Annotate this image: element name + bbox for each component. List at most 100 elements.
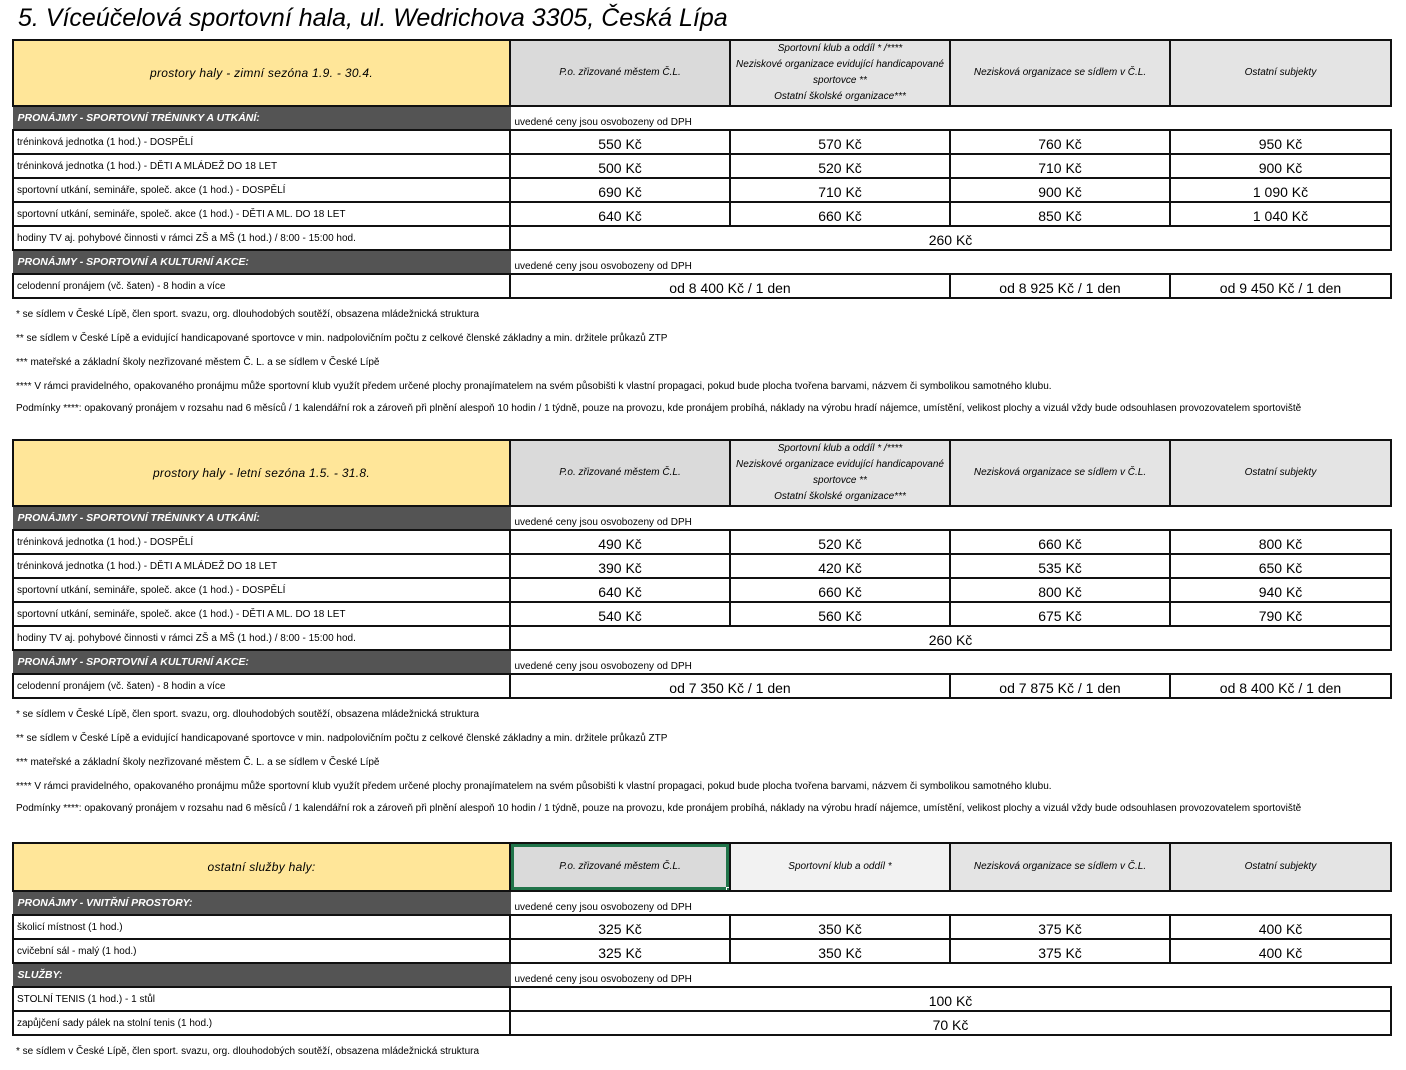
- price-cell[interactable]: 1 090 Kč: [1169, 177, 1392, 203]
- footnote[interactable]: *** mateřské a základní školy nezřizovan…: [12, 351, 1390, 375]
- row-label[interactable]: tréninková jednotka (1 hod.) - DOSPĚLÍ: [12, 129, 511, 155]
- col-header-nonprofit[interactable]: Nezisková organizace se sídlem v Č.L.: [949, 39, 1171, 107]
- price-cell[interactable]: 660 Kč: [729, 201, 951, 227]
- price-cell[interactable]: 550 Kč: [509, 129, 731, 155]
- col-header-po-selected[interactable]: P.o. zřizované městem Č.L.: [509, 842, 731, 892]
- price-cell[interactable]: 400 Kč: [1169, 938, 1392, 964]
- price-cell[interactable]: 1 040 Kč: [1169, 201, 1392, 227]
- price-cell[interactable]: 520 Kč: [729, 529, 951, 555]
- col-header-po[interactable]: P.o. zřizované městem Č.L.: [509, 39, 731, 107]
- footnote[interactable]: * se sídlem v České Lípě, člen sport. sv…: [12, 303, 1390, 327]
- price-cell[interactable]: 800 Kč: [949, 577, 1171, 603]
- price-cell[interactable]: 650 Kč: [1169, 553, 1392, 579]
- col-header-sport-club[interactable]: Sportovní klub a oddíl * /**** Neziskové…: [729, 39, 951, 107]
- price-cell-merged[interactable]: 100 Kč: [509, 986, 1392, 1012]
- col-header-po[interactable]: P.o. zřizované městem Č.L.: [509, 439, 731, 507]
- price-cell[interactable]: 940 Kč: [1169, 577, 1392, 603]
- price-cell[interactable]: 760 Kč: [949, 129, 1171, 155]
- price-cell-merged[interactable]: 70 Kč: [509, 1010, 1392, 1036]
- price-cell[interactable]: 420 Kč: [729, 553, 951, 579]
- footnote[interactable]: **** V rámci pravidelného, opakovaného p…: [12, 775, 1390, 799]
- row-label[interactable]: celodenní pronájem (vč. šaten) - 8 hodin…: [12, 273, 511, 299]
- section-label[interactable]: PRONÁJMY - SPORTOVNÍ A KULTURNÍ AKCE:: [12, 249, 511, 275]
- price-cell[interactable]: 660 Kč: [949, 529, 1171, 555]
- price-cell[interactable]: 710 Kč: [729, 177, 951, 203]
- price-cell[interactable]: 675 Kč: [949, 601, 1171, 627]
- section-label[interactable]: PRONÁJMY - SPORTOVNÍ A KULTURNÍ AKCE:: [12, 649, 511, 675]
- price-cell[interactable]: 535 Kč: [949, 553, 1171, 579]
- price-cell[interactable]: od 7 875 Kč / 1 den: [949, 673, 1171, 699]
- price-cell[interactable]: 490 Kč: [509, 529, 731, 555]
- price-cell-merged[interactable]: 260 Kč: [509, 225, 1392, 251]
- section-label[interactable]: PRONÁJMY - VNITŘNÍ PROSTORY:: [12, 890, 511, 916]
- section-label[interactable]: PRONÁJMY - SPORTOVNÍ TRÉNINKY A UTKÁNÍ:: [12, 105, 511, 131]
- vat-note[interactable]: uvedené ceny jsou osvobozeny od DPH: [510, 250, 1391, 274]
- row-label[interactable]: cvičební sál - malý (1 hod.): [12, 938, 511, 964]
- footnote[interactable]: Podmínky ****: opakovaný pronájem v rozs…: [12, 799, 1390, 819]
- row-label[interactable]: zapůjčení sady pálek na stolní tenis (1 …: [12, 1010, 511, 1036]
- footnote[interactable]: Podmínky ****: opakovaný pronájem v rozs…: [12, 399, 1390, 419]
- section-label[interactable]: SLUŽBY:: [12, 962, 511, 988]
- price-cell[interactable]: 850 Kč: [949, 201, 1171, 227]
- col-header-sport-club[interactable]: Sportovní klub a oddíl * /**** Neziskové…: [729, 439, 951, 507]
- price-cell[interactable]: 800 Kč: [1169, 529, 1392, 555]
- price-cell[interactable]: 560 Kč: [729, 601, 951, 627]
- row-label[interactable]: hodiny TV aj. pohybové činnosti v rámci …: [12, 225, 511, 251]
- price-cell[interactable]: 660 Kč: [729, 577, 951, 603]
- row-label[interactable]: hodiny TV aj. pohybové činnosti v rámci …: [12, 625, 511, 651]
- vat-note[interactable]: uvedené ceny jsou osvobozeny od DPH: [510, 506, 1391, 530]
- price-cell-merged[interactable]: od 8 400 Kč / 1 den: [509, 273, 951, 299]
- price-cell[interactable]: 400 Kč: [1169, 914, 1392, 940]
- price-cell[interactable]: 570 Kč: [729, 129, 951, 155]
- price-cell[interactable]: 325 Kč: [509, 914, 731, 940]
- footnote[interactable]: ** se sídlem v České Lípě a evidující ha…: [12, 327, 1390, 351]
- footnote[interactable]: * se sídlem v České Lípě, člen sport. sv…: [12, 1040, 1390, 1064]
- price-cell[interactable]: 640 Kč: [509, 577, 731, 603]
- row-label[interactable]: tréninková jednotka (1 hod.) - DOSPĚLÍ: [12, 529, 511, 555]
- footnote[interactable]: *** mateřské a základní školy nezřizovan…: [12, 751, 1390, 775]
- footnote[interactable]: ** se sídlem v České Lípě a evidující ha…: [12, 727, 1390, 751]
- col-header-other[interactable]: Ostatní subjekty: [1169, 842, 1392, 892]
- price-cell[interactable]: 900 Kč: [949, 177, 1171, 203]
- price-cell[interactable]: 710 Kč: [949, 153, 1171, 179]
- footnote[interactable]: * se sídlem v České Lípě, člen sport. sv…: [12, 703, 1390, 727]
- section-label[interactable]: PRONÁJMY - SPORTOVNÍ TRÉNINKY A UTKÁNÍ:: [12, 505, 511, 531]
- price-cell[interactable]: od 8 400 Kč / 1 den: [1169, 673, 1392, 699]
- price-cell[interactable]: od 8 925 Kč / 1 den: [949, 273, 1171, 299]
- price-cell[interactable]: 350 Kč: [729, 938, 951, 964]
- col-header-nonprofit[interactable]: Nezisková organizace se sídlem v Č.L.: [949, 439, 1171, 507]
- price-cell[interactable]: 500 Kč: [509, 153, 731, 179]
- price-cell-merged[interactable]: 260 Kč: [509, 625, 1392, 651]
- price-cell[interactable]: 900 Kč: [1169, 153, 1392, 179]
- col-header-sport-club[interactable]: Sportovní klub a oddíl *: [729, 842, 951, 892]
- price-cell[interactable]: 350 Kč: [729, 914, 951, 940]
- price-cell[interactable]: 520 Kč: [729, 153, 951, 179]
- summer-header-label[interactable]: prostory haly - letní sezóna 1.5. - 31.8…: [12, 439, 511, 507]
- services-header-label[interactable]: ostatní služby haly:: [12, 842, 511, 892]
- winter-header-label[interactable]: prostory haly - zimní sezóna 1.9. - 30.4…: [12, 39, 511, 107]
- price-cell[interactable]: 690 Kč: [509, 177, 731, 203]
- price-cell[interactable]: 390 Kč: [509, 553, 731, 579]
- price-cell[interactable]: 375 Kč: [949, 914, 1171, 940]
- price-cell[interactable]: 790 Kč: [1169, 601, 1392, 627]
- col-header-other[interactable]: Ostatní subjekty: [1169, 39, 1392, 107]
- footnote[interactable]: **** V rámci pravidelného, opakovaného p…: [12, 375, 1390, 399]
- col-header-nonprofit[interactable]: Nezisková organizace se sídlem v Č.L.: [949, 842, 1171, 892]
- price-cell[interactable]: 375 Kč: [949, 938, 1171, 964]
- row-label[interactable]: STOLNÍ TENIS (1 hod.) - 1 stůl: [12, 986, 511, 1012]
- row-label[interactable]: sportovní utkání, semináře, společ. akce…: [12, 601, 511, 627]
- row-label[interactable]: tréninková jednotka (1 hod.) - DĚTI A ML…: [12, 153, 511, 179]
- row-label[interactable]: sportovní utkání, semináře, společ. akce…: [12, 201, 511, 227]
- col-header-other[interactable]: Ostatní subjekty: [1169, 439, 1392, 507]
- price-cell[interactable]: 325 Kč: [509, 938, 731, 964]
- row-label[interactable]: celodenní pronájem (vč. šaten) - 8 hodin…: [12, 673, 511, 699]
- vat-note[interactable]: uvedené ceny jsou osvobozeny od DPH: [510, 650, 1391, 674]
- row-label[interactable]: školicí místnost (1 hod.): [12, 914, 511, 940]
- vat-note[interactable]: uvedené ceny jsou osvobozeny od DPH: [510, 106, 1391, 130]
- price-cell[interactable]: 640 Kč: [509, 201, 731, 227]
- price-cell-merged[interactable]: od 7 350 Kč / 1 den: [509, 673, 951, 699]
- vat-note[interactable]: uvedené ceny jsou osvobozeny od DPH: [510, 963, 1391, 987]
- fill-handle[interactable]: [726, 887, 728, 889]
- row-label[interactable]: sportovní utkání, semináře, společ. akce…: [12, 577, 511, 603]
- price-cell[interactable]: 950 Kč: [1169, 129, 1392, 155]
